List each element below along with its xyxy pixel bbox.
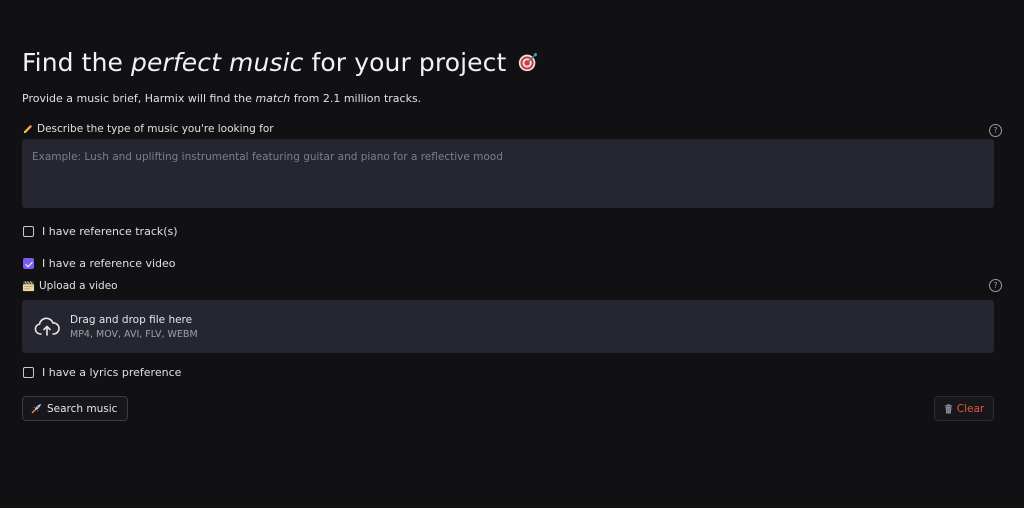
search-music-button[interactable]: Search music (22, 396, 129, 421)
reference-tracks-label: I have reference track(s) (42, 225, 178, 238)
reference-tracks-checkbox[interactable] (23, 226, 34, 237)
clear-button-label: Clear (956, 402, 985, 415)
brief-label: Describe the type of music you're lookin… (22, 123, 274, 135)
reference-video-option[interactable]: I have a reference video (23, 257, 176, 270)
dropzone-formats: MP4, MOV, AVI, FLV, WEBM (70, 328, 198, 340)
search-button-label: Search music (47, 402, 118, 415)
page-subtitle: Provide a music brief, Harmix will find … (22, 92, 421, 105)
music-search-page: Find the perfect music for your project … (0, 0, 1024, 508)
page-title: Find the perfect music for your project (22, 48, 539, 77)
title-text-end: for your project (303, 48, 507, 77)
trash-icon (944, 403, 952, 413)
music-brief-input[interactable] (22, 139, 994, 208)
lyrics-label: I have a lyrics preference (42, 366, 182, 379)
subtitle-emphasis: match (255, 92, 291, 105)
lyrics-checkbox[interactable] (23, 367, 34, 378)
rocket-icon (31, 403, 42, 414)
title-text-start: Find the (22, 48, 132, 77)
title-emphasis: perfect music (131, 48, 304, 77)
video-dropzone[interactable]: Drag and drop file here MP4, MOV, AVI, F… (22, 300, 994, 353)
clapper-board-icon (22, 281, 35, 292)
pencil-icon (23, 124, 33, 133)
reference-tracks-option[interactable]: I have reference track(s) (23, 225, 178, 238)
upload-label-text: Upload a video (39, 280, 118, 292)
subtitle-text-start: Provide a music brief, Harmix will find … (22, 92, 256, 105)
brief-label-text: Describe the type of music you're lookin… (37, 123, 274, 135)
dropzone-text: Drag and drop file here MP4, MOV, AVI, F… (70, 314, 198, 340)
lyrics-option[interactable]: I have a lyrics preference (23, 366, 181, 379)
direct-hit-target-icon (519, 52, 538, 72)
upload-label: Upload a video (22, 280, 118, 292)
reference-video-label: I have a reference video (42, 257, 176, 270)
clear-button[interactable]: Clear (934, 396, 994, 421)
question-circle-icon[interactable]: ? (989, 279, 1002, 292)
subtitle-text-end: from 2.1 million tracks. (290, 92, 422, 105)
reference-video-checkbox[interactable] (23, 258, 34, 269)
dropzone-title: Drag and drop file here (70, 313, 193, 326)
cloud-upload-icon (34, 317, 60, 336)
question-circle-icon[interactable]: ? (989, 124, 1002, 137)
